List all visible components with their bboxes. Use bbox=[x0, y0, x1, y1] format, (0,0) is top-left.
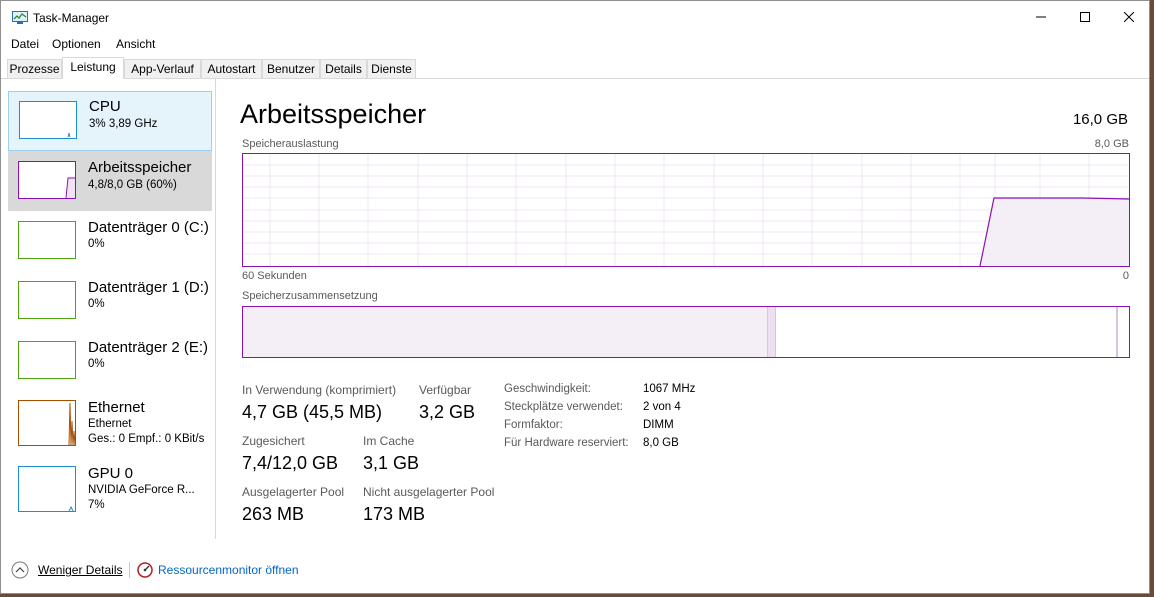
sidebar-item-sub2: 7% bbox=[88, 499, 105, 511]
available-value: 3,2 GB bbox=[419, 402, 476, 422]
hardware-reserved-label: Für Hardware reserviert: bbox=[504, 437, 629, 449]
usage-graph-label: Speicherauslastung bbox=[242, 138, 339, 150]
committed-value: 7,4/12,0 GB bbox=[242, 453, 339, 473]
usage-graph-svg bbox=[243, 154, 1129, 266]
sidebar-item-sub2: Ges.: 0 Empf.: 0 KBit/s bbox=[88, 433, 205, 445]
sidebar-item-label: Arbeitsspeicher bbox=[88, 159, 192, 176]
resource-monitor-label: Ressourcenmonitor öffnen bbox=[158, 563, 299, 577]
tab-bar: Prozesse Leistung App-Verlauf Autostart … bbox=[7, 57, 1149, 79]
sidebar-item-label: Datenträger 2 (E:) bbox=[88, 339, 209, 356]
maximize-button[interactable] bbox=[1062, 1, 1108, 33]
in-use-value: 4,7 GB (45,5 MB) bbox=[242, 402, 383, 422]
ethernet-thumbnail-graph bbox=[18, 400, 76, 446]
close-icon bbox=[1124, 12, 1134, 22]
sidebar-item-sub: 4,8/8,0 GB (60%) bbox=[88, 179, 177, 191]
sidebar-item-label: Datenträger 1 (D:) bbox=[88, 279, 209, 296]
sidebar-item-label: CPU bbox=[89, 98, 121, 115]
window-title: Task-Manager bbox=[33, 11, 110, 25]
sidebar-item-disk-2[interactable]: Datenträger 2 (E:) 0% bbox=[8, 331, 212, 391]
resource-monitor-icon bbox=[137, 562, 153, 578]
sidebar-item-sub: 0% bbox=[88, 358, 105, 370]
sidebar-item-gpu-0[interactable]: GPU 0 NVIDIA GeForce R... 7% bbox=[8, 457, 212, 519]
sidebar-item-sub: 0% bbox=[88, 238, 105, 250]
sidebar-item-disk-0[interactable]: Datenträger 0 (C:) 0% bbox=[8, 211, 212, 271]
menu-ansicht[interactable]: Ansicht bbox=[116, 37, 155, 51]
sidebar-item-sub: NVIDIA GeForce R... bbox=[88, 484, 195, 496]
composition-label: Speicherzusammensetzung bbox=[242, 290, 378, 302]
speed-value: 1067 MHz bbox=[643, 383, 696, 395]
in-use-label: In Verwendung (komprimiert) bbox=[242, 383, 397, 397]
minimize-icon bbox=[1036, 16, 1046, 18]
page-title: Arbeitsspeicher bbox=[240, 99, 427, 129]
gpu-thumbnail-graph bbox=[18, 466, 76, 512]
sidebar-item-disk-1[interactable]: Datenträger 1 (D:) 0% bbox=[8, 271, 212, 331]
usage-graph-fill bbox=[980, 198, 1129, 266]
graph-time-left: 60 Sekunden bbox=[242, 270, 307, 282]
memory-total: 16,0 GB bbox=[1072, 111, 1128, 128]
tab-details[interactable]: Details bbox=[320, 59, 367, 78]
menu-datei[interactable]: Datei bbox=[11, 37, 39, 51]
title-bar: Task-Manager bbox=[1, 1, 1149, 33]
tab-leistung[interactable]: Leistung bbox=[62, 57, 124, 79]
memory-thumbnail-graph bbox=[18, 161, 76, 199]
committed-label: Zugesichert bbox=[242, 434, 305, 448]
form-factor-value: DIMM bbox=[643, 419, 674, 431]
resource-sidebar: CPU 3% 3,89 GHz Arbeitsspeicher 4,8/8,0 … bbox=[1, 79, 216, 539]
paged-pool-label: Ausgelagerter Pool bbox=[242, 485, 345, 499]
sidebar-item-memory[interactable]: Arbeitsspeicher 4,8/8,0 GB (60%) bbox=[8, 151, 212, 211]
composition-modified bbox=[767, 307, 776, 357]
sidebar-item-label: Ethernet bbox=[88, 399, 145, 416]
sidebar-item-sub: 0% bbox=[88, 298, 105, 310]
composition-standby-edge bbox=[1116, 307, 1118, 357]
tab-app-verlauf[interactable]: App-Verlauf bbox=[124, 59, 201, 78]
tab-autostart[interactable]: Autostart bbox=[201, 59, 262, 78]
menu-optionen[interactable]: Optionen bbox=[52, 37, 101, 51]
paged-pool-value: 263 MB bbox=[242, 504, 305, 524]
nonpaged-pool-value: 173 MB bbox=[363, 504, 426, 524]
form-factor-label: Formfaktor: bbox=[504, 419, 563, 431]
sidebar-item-sub: 3% 3,89 GHz bbox=[89, 118, 158, 130]
hardware-reserved-value: 8,0 GB bbox=[643, 437, 679, 449]
maximize-icon bbox=[1080, 12, 1090, 22]
tab-prozesse[interactable]: Prozesse bbox=[7, 59, 62, 78]
task-manager-window: Task-Manager Datei Optionen Ansicht Proz… bbox=[0, 0, 1150, 594]
close-button[interactable] bbox=[1106, 1, 1152, 33]
sidebar-item-sub: Ethernet bbox=[88, 418, 132, 430]
speed-label: Geschwindigkeit: bbox=[504, 383, 591, 395]
disk-thumbnail-graph bbox=[18, 341, 76, 379]
resource-monitor-link[interactable]: Ressourcenmonitor öffnen bbox=[137, 562, 299, 578]
tab-benutzer[interactable]: Benutzer bbox=[262, 59, 320, 78]
usage-graph-max: 8,0 GB bbox=[1094, 138, 1129, 150]
minimize-button[interactable] bbox=[1018, 1, 1064, 33]
sidebar-item-cpu[interactable]: CPU 3% 3,89 GHz bbox=[8, 91, 212, 151]
available-label: Verfügbar bbox=[419, 383, 472, 397]
tab-dienste[interactable]: Dienste bbox=[367, 59, 416, 78]
memory-composition-bar bbox=[242, 306, 1130, 358]
disk-thumbnail-graph bbox=[18, 281, 76, 319]
menu-bar: Datei Optionen Ansicht bbox=[1, 34, 1149, 54]
cached-label: Im Cache bbox=[363, 434, 415, 448]
disk-thumbnail-graph bbox=[18, 221, 76, 259]
footer-separator bbox=[129, 562, 130, 578]
memory-usage-graph bbox=[242, 153, 1130, 267]
sidebar-item-label: Datenträger 0 (C:) bbox=[88, 219, 209, 236]
composition-in-use bbox=[243, 307, 767, 357]
fewer-details-button[interactable]: Weniger Details bbox=[11, 561, 122, 579]
sidebar-item-label: GPU 0 bbox=[88, 465, 134, 482]
cached-value: 3,1 GB bbox=[363, 453, 420, 473]
slots-label: Steckplätze verwendet: bbox=[504, 401, 623, 413]
nonpaged-pool-label: Nicht ausgelagerter Pool bbox=[363, 485, 495, 499]
chevron-up-circle-icon bbox=[11, 561, 29, 579]
slots-value: 2 von 4 bbox=[643, 401, 681, 413]
task-manager-icon bbox=[12, 11, 28, 24]
cpu-thumbnail-graph bbox=[19, 101, 77, 139]
graph-time-right: 0 bbox=[1122, 270, 1129, 282]
fewer-details-label: Weniger Details bbox=[38, 563, 123, 577]
sidebar-item-ethernet[interactable]: Ethernet Ethernet Ges.: 0 Empf.: 0 KBit/… bbox=[8, 391, 212, 453]
